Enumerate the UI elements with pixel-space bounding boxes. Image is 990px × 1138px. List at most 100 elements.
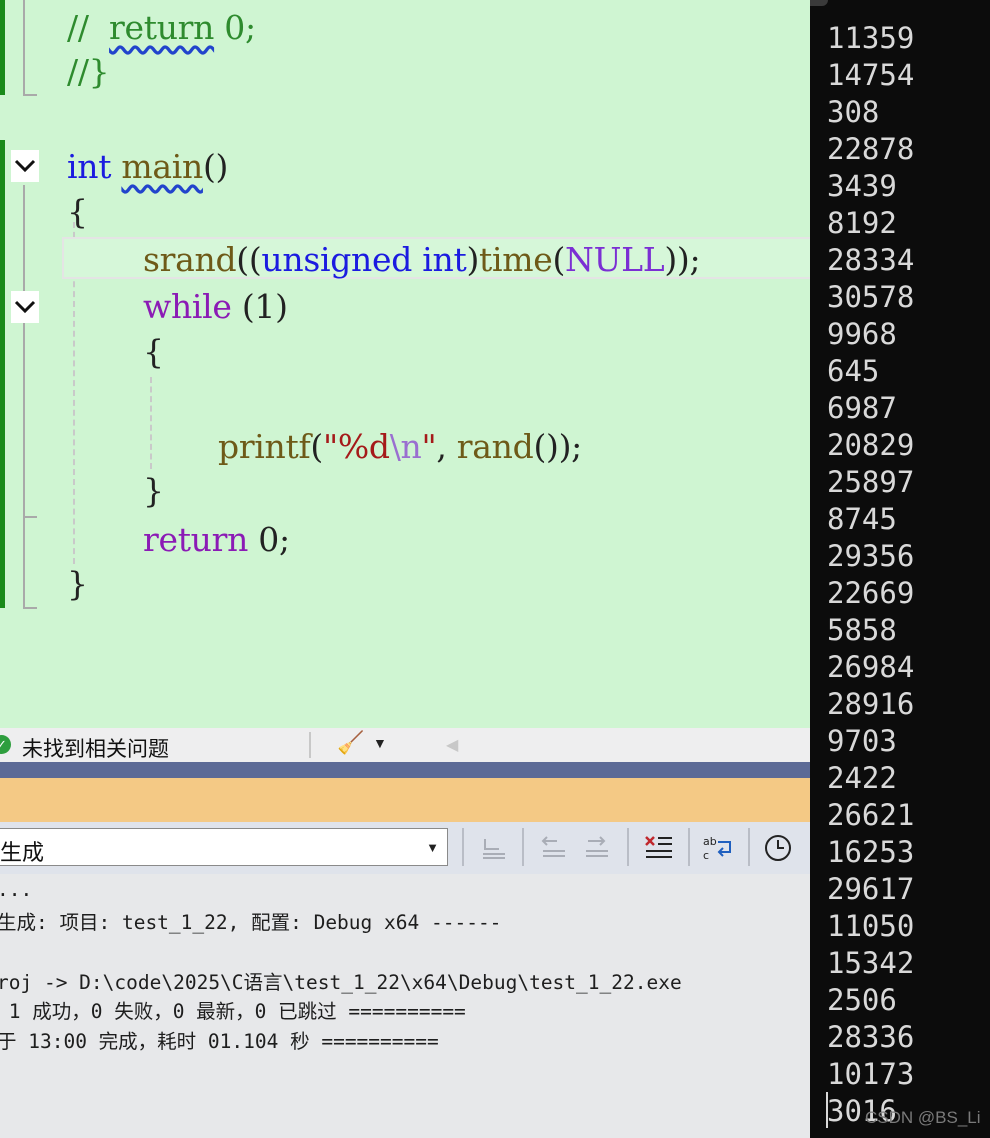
console-output-line: 10173 bbox=[827, 1057, 915, 1091]
chevron-down-icon[interactable]: ▼ bbox=[373, 735, 387, 751]
console-output-line: 22878 bbox=[827, 132, 915, 166]
brace: } bbox=[143, 471, 164, 510]
go-to-location-icon[interactable] bbox=[475, 830, 511, 866]
punctuation: ) bbox=[466, 240, 480, 279]
console-output-line: 22669 bbox=[827, 576, 915, 610]
divider bbox=[309, 732, 311, 758]
console-output-line: 14754 bbox=[827, 58, 915, 92]
log-line: roj -> D:\code\2025\C语言\test_1_22\x64\De… bbox=[0, 971, 682, 994]
console-output-line: 30578 bbox=[827, 280, 915, 314]
log-line: 1 成功，0 失败，0 最新，0 已跳过 ========== bbox=[0, 1000, 466, 1023]
code-line[interactable]: return 0; bbox=[143, 520, 290, 560]
brace: { bbox=[143, 332, 164, 371]
panel-divider bbox=[0, 762, 810, 778]
console-output-line: 11050 bbox=[827, 909, 915, 943]
console-output-line: 26621 bbox=[827, 798, 915, 832]
issues-status[interactable]: 未找到相关问题 bbox=[22, 733, 169, 763]
svg-text:ab: ab bbox=[703, 835, 717, 848]
code-line[interactable]: { bbox=[143, 332, 164, 372]
fold-collapse-icon[interactable] bbox=[11, 150, 39, 182]
console-output-line: 28336 bbox=[827, 1020, 915, 1054]
punctuation: (1) bbox=[231, 287, 288, 326]
output-header bbox=[0, 778, 810, 822]
outline-bracket bbox=[23, 185, 37, 609]
output-toolbar: 生成 ▼ ab c bbox=[0, 822, 810, 874]
brace: { bbox=[67, 192, 88, 231]
console-output-line: 29617 bbox=[827, 872, 915, 906]
comment: //} bbox=[67, 52, 110, 91]
divider bbox=[748, 828, 750, 866]
code-line[interactable]: //} bbox=[67, 52, 110, 92]
console-window[interactable]: 11359 14754 308 22878 3439 8192 28334 30578 9968… bbox=[810, 0, 990, 1138]
console-output-line: 16253 bbox=[827, 835, 915, 869]
punctuation: ( bbox=[552, 240, 566, 279]
comment-token: return bbox=[109, 8, 215, 47]
change-indicator bbox=[0, 140, 5, 608]
console-output-line: 2506 bbox=[827, 983, 897, 1017]
code-editor[interactable]: // return 0; //} int main() { srand((uns… bbox=[0, 0, 810, 728]
console-output-line: 11359 bbox=[827, 21, 915, 55]
keyword: int bbox=[422, 240, 467, 279]
punctuation: ( bbox=[310, 427, 323, 466]
indent-guide bbox=[150, 377, 152, 469]
keyword-control: while bbox=[143, 287, 232, 326]
console-output-line: 28916 bbox=[827, 687, 915, 721]
function-name: printf bbox=[218, 427, 311, 466]
function-name: main bbox=[121, 147, 203, 186]
code-line[interactable]: { bbox=[67, 192, 88, 232]
output-source-select[interactable]: 生成 ▼ bbox=[0, 828, 448, 866]
svg-text:c: c bbox=[703, 849, 709, 862]
watermark: CSDN @BS_Li bbox=[865, 1108, 981, 1127]
code-line[interactable]: int main() bbox=[67, 147, 228, 187]
comment: // bbox=[67, 8, 110, 47]
divider bbox=[462, 828, 464, 866]
log-line: 于 13:00 完成，耗时 01.104 秒 ========== bbox=[0, 1030, 439, 1053]
log-line: 生成: 项目: test_1_22, 配置: Debug x64 ------ bbox=[0, 911, 502, 934]
brace: } bbox=[67, 564, 88, 603]
previous-message-icon[interactable] bbox=[535, 830, 571, 866]
text-cursor bbox=[826, 1092, 828, 1128]
comment: 0; bbox=[214, 8, 256, 47]
console-output-line: 308 bbox=[827, 95, 880, 129]
punctuation: , bbox=[436, 427, 457, 466]
fold-collapse-icon[interactable] bbox=[11, 291, 39, 323]
divider bbox=[522, 828, 524, 866]
output-log[interactable]: ... 生成: 项目: test_1_22, 配置: Debug x64 ---… bbox=[0, 874, 810, 1138]
console-output-line: 9968 bbox=[827, 317, 897, 351]
editor-status-bar: ✓ 未找到相关问题 🧹 ▼ ◀ bbox=[0, 728, 810, 762]
clock-icon[interactable] bbox=[760, 830, 796, 866]
function-name: time bbox=[479, 240, 553, 279]
outline-bracket bbox=[23, 0, 37, 96]
code-line[interactable]: } bbox=[143, 471, 164, 511]
keyword-control: return bbox=[143, 520, 249, 559]
chevron-left-icon[interactable]: ◀ bbox=[446, 735, 458, 755]
punctuation: 0; bbox=[248, 520, 290, 559]
code-line[interactable]: // return 0; bbox=[67, 8, 256, 48]
change-indicator bbox=[0, 0, 5, 95]
next-message-icon[interactable] bbox=[578, 830, 614, 866]
console-output-line: 25897 bbox=[827, 465, 915, 499]
console-output-line: 9703 bbox=[827, 724, 897, 758]
function-name: rand bbox=[456, 427, 534, 466]
punctuation: )); bbox=[664, 240, 701, 279]
console-output-line: 26984 bbox=[827, 650, 915, 684]
code-line[interactable]: srand((unsigned int)time(NULL)); bbox=[143, 240, 701, 280]
code-line[interactable]: while (1) bbox=[143, 287, 288, 327]
punctuation: ()); bbox=[533, 427, 582, 466]
code-cleanup-icon[interactable]: 🧹 bbox=[337, 730, 364, 756]
log-line: ... bbox=[0, 878, 33, 901]
console-output-line: 15342 bbox=[827, 946, 915, 980]
code-line[interactable]: printf("%d\n", rand()); bbox=[218, 427, 582, 467]
divider bbox=[627, 828, 629, 866]
function-name: srand bbox=[143, 240, 237, 279]
string-literal: " bbox=[421, 427, 437, 466]
console-output-line: 8192 bbox=[827, 206, 897, 240]
escape-sequence: \n bbox=[389, 427, 422, 466]
console-output-line: 29356 bbox=[827, 539, 915, 573]
code-line[interactable]: } bbox=[67, 564, 88, 604]
word-wrap-icon[interactable]: ab c bbox=[700, 830, 736, 866]
macro: NULL bbox=[565, 240, 665, 279]
chevron-down-icon: ▼ bbox=[426, 840, 439, 855]
clear-all-icon[interactable] bbox=[640, 830, 676, 866]
console-output-line: 2422 bbox=[827, 761, 897, 795]
